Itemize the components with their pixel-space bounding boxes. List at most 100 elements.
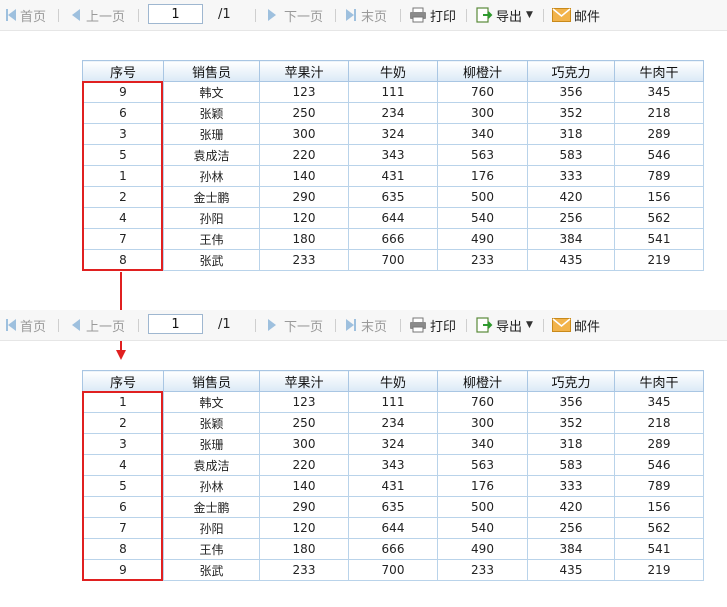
table-row: 5 孙林 140 431 176 333 789 — [82, 475, 704, 497]
salesperson-cell: 张武 — [163, 249, 260, 271]
value-cell: 760 — [437, 81, 528, 103]
printer-icon — [410, 7, 426, 23]
value-cell: 540 — [437, 517, 528, 539]
salesperson-cell: 孙林 — [163, 475, 260, 497]
mail-button[interactable]: 邮件 — [552, 310, 600, 340]
export-button[interactable]: 导出 ▼ — [475, 0, 533, 30]
toolbar-separator — [138, 9, 139, 22]
value-cell: 563 — [437, 144, 528, 166]
value-cell: 356 — [527, 81, 615, 103]
salesperson-cell: 张珊 — [163, 123, 260, 145]
salesperson-cell: 韩文 — [163, 81, 260, 103]
value-cell: 352 — [527, 412, 615, 434]
last-page-label: 末页 — [361, 319, 388, 335]
mail-icon — [552, 8, 571, 22]
value-cell: 324 — [348, 123, 438, 145]
page-total: /1 — [218, 7, 231, 22]
sales-table-before: 序号 销售员 苹果汁 牛奶 柳橙汁 巧克力 牛肉干 9 韩文 123 111 760 35… — [82, 60, 704, 271]
sequence-cell: 1 — [82, 165, 164, 187]
first-page-icon — [8, 319, 16, 331]
value-cell: 111 — [348, 391, 438, 413]
page-number-input[interactable] — [148, 314, 203, 334]
column-header: 苹果汁 — [259, 60, 349, 82]
value-cell: 343 — [348, 454, 438, 476]
toolbar-separator — [543, 9, 544, 22]
value-cell: 218 — [614, 102, 704, 124]
toolbar-separator — [138, 319, 139, 332]
first-page-button[interactable]: 首页 — [6, 0, 46, 30]
toolbar-separator — [335, 9, 336, 22]
value-cell: 563 — [437, 454, 528, 476]
value-cell: 180 — [259, 538, 349, 560]
table-row: 7 孙阳 120 644 540 256 562 — [82, 517, 704, 539]
sequence-cell: 8 — [82, 538, 164, 560]
value-cell: 176 — [437, 475, 528, 497]
print-button[interactable]: 打印 — [409, 310, 456, 340]
value-cell: 324 — [348, 433, 438, 455]
value-cell: 156 — [614, 496, 704, 518]
sequence-cell: 6 — [82, 496, 164, 518]
prev-page-button[interactable]: 上一页 — [72, 310, 125, 340]
first-page-label: 首页 — [20, 9, 47, 25]
value-cell: 120 — [259, 207, 349, 229]
value-cell: 490 — [437, 228, 528, 250]
value-cell: 290 — [259, 496, 349, 518]
last-page-icon — [354, 9, 356, 21]
value-cell: 290 — [259, 186, 349, 208]
prev-page-icon — [72, 9, 80, 21]
last-page-button[interactable]: 末页 — [346, 0, 387, 30]
next-page-button[interactable]: 下一页 — [268, 310, 323, 340]
value-cell: 540 — [437, 207, 528, 229]
toolbar-separator — [400, 9, 401, 22]
value-cell: 140 — [259, 475, 349, 497]
page-number-input[interactable] — [148, 4, 203, 24]
value-cell: 220 — [259, 454, 349, 476]
toolbar-separator — [466, 9, 467, 22]
column-header: 牛奶 — [348, 370, 438, 392]
value-cell: 250 — [259, 102, 349, 124]
sales-table-after: 序号 销售员 苹果汁 牛奶 柳橙汁 巧克力 牛肉干 1 韩文 123 111 760 35… — [82, 370, 704, 581]
first-page-button[interactable]: 首页 — [6, 310, 46, 340]
export-icon — [476, 7, 493, 23]
toolbar-separator — [255, 9, 256, 22]
value-cell: 289 — [614, 433, 704, 455]
table-row: 2 张颖 250 234 300 352 218 — [82, 412, 704, 434]
value-cell: 300 — [437, 102, 528, 124]
value-cell: 666 — [348, 228, 438, 250]
column-header: 柳橙汁 — [437, 370, 528, 392]
mail-button[interactable]: 邮件 — [552, 0, 600, 30]
printer-icon — [410, 317, 426, 333]
value-cell: 156 — [614, 186, 704, 208]
page-total: /1 — [218, 317, 231, 332]
value-cell: 123 — [259, 391, 349, 413]
value-cell: 343 — [348, 144, 438, 166]
dropdown-arrow-icon: ▼ — [526, 320, 533, 330]
value-cell: 256 — [527, 207, 615, 229]
toolbar-separator — [58, 319, 59, 332]
last-page-label: 末页 — [361, 9, 388, 25]
value-cell: 340 — [437, 123, 528, 145]
value-cell: 384 — [527, 538, 615, 560]
value-cell: 233 — [437, 559, 528, 581]
next-page-button[interactable]: 下一页 — [268, 0, 323, 30]
value-cell: 123 — [259, 81, 349, 103]
sequence-cell: 1 — [82, 391, 164, 413]
value-cell: 352 — [527, 102, 615, 124]
value-cell: 384 — [527, 228, 615, 250]
print-button[interactable]: 打印 — [409, 0, 456, 30]
prev-page-button[interactable]: 上一页 — [72, 0, 125, 30]
last-page-icon — [346, 319, 354, 331]
mail-label: 邮件 — [574, 319, 601, 335]
value-cell: 562 — [614, 207, 704, 229]
table-row: 6 张颖 250 234 300 352 218 — [82, 102, 704, 124]
table-row: 7 王伟 180 666 490 384 541 — [82, 228, 704, 250]
last-page-button[interactable]: 末页 — [346, 310, 387, 340]
value-cell: 644 — [348, 207, 438, 229]
value-cell: 583 — [527, 144, 615, 166]
salesperson-cell: 张颖 — [163, 102, 260, 124]
toolbar-separator — [400, 319, 401, 332]
print-label: 打印 — [430, 319, 457, 335]
export-button[interactable]: 导出 ▼ — [475, 310, 533, 340]
sequence-cell: 9 — [82, 559, 164, 581]
value-cell: 250 — [259, 412, 349, 434]
